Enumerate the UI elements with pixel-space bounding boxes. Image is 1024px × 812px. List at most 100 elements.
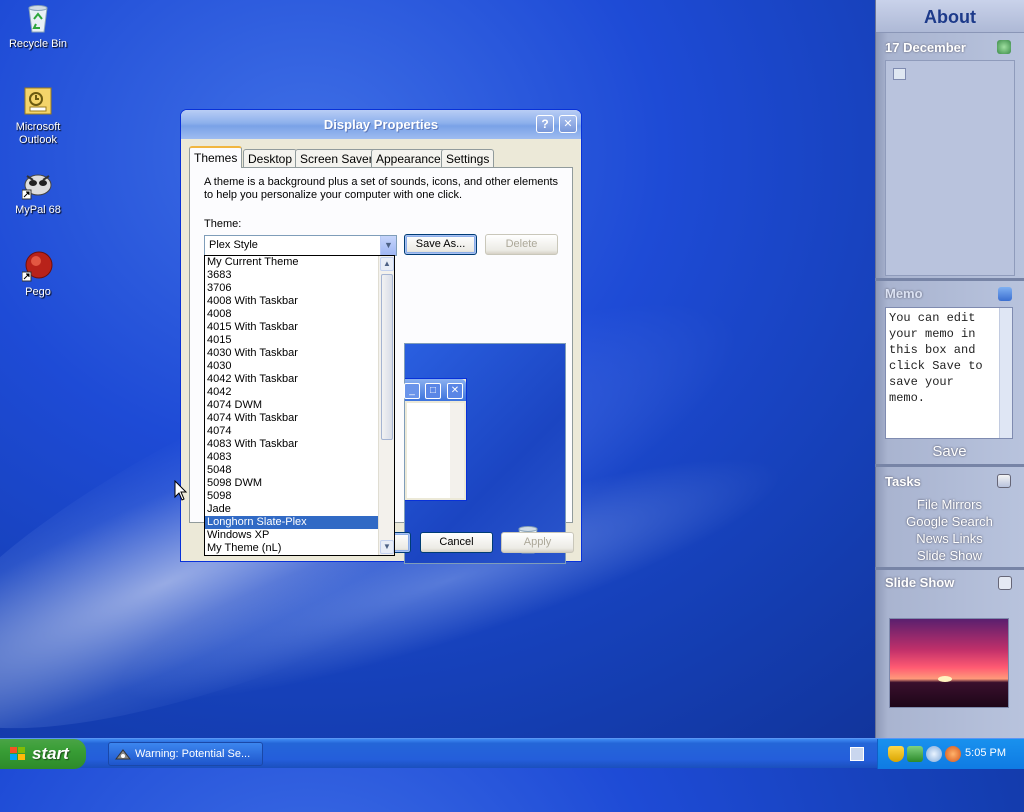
window-title: Display Properties — [323, 117, 439, 132]
tab-settings[interactable]: Settings — [441, 149, 495, 167]
dropdown-scrollbar[interactable]: ▲ ▼ — [378, 256, 394, 555]
memo-save-button[interactable]: Save — [876, 443, 1023, 460]
network-icon[interactable] — [907, 746, 923, 762]
theme-dropdown-list[interactable]: My Current Theme 3683 3706 4008 With Taskba… — [204, 255, 395, 556]
task-link-google-search[interactable]: Google Search — [876, 514, 1023, 529]
start-button[interactable]: start — [0, 739, 86, 769]
preview-window: _ □ ✕ — [404, 378, 467, 501]
cancel-button[interactable]: Cancel — [420, 532, 493, 553]
desktop-icon-mypal[interactable]: MyPal 68 — [0, 168, 76, 217]
slideshow-title: Slide Show — [885, 575, 955, 590]
calendar-gadget-icon[interactable] — [997, 40, 1011, 54]
memo-scrollbar[interactable] — [999, 308, 1012, 438]
start-label: start — [32, 744, 69, 763]
close-button[interactable]: ✕ — [559, 115, 577, 133]
theme-option[interactable]: 4015 — [205, 334, 378, 347]
theme-option[interactable]: 4074 DWM — [205, 399, 378, 412]
theme-option[interactable]: Jade — [205, 503, 378, 516]
tab-screen-saver[interactable]: Screen Saver — [295, 149, 378, 167]
task-link-news-links[interactable]: News Links — [876, 531, 1023, 546]
mouse-cursor-icon — [174, 480, 188, 501]
pego-icon — [21, 250, 54, 282]
theme-description: A theme is a background plus a set of so… — [204, 176, 559, 201]
tasks-gadget-icon[interactable] — [997, 474, 1011, 488]
scroll-down-icon[interactable]: ▼ — [380, 540, 394, 554]
theme-option[interactable]: 4030 — [205, 360, 378, 373]
theme-option[interactable]: 4042 With Taskbar — [205, 373, 378, 386]
preview-window-titlebar: _ □ ✕ — [404, 379, 466, 401]
theme-combobox[interactable]: Plex Style ▼ — [204, 235, 397, 256]
desktop-icon-outlook[interactable]: Microsoft Outlook — [0, 85, 76, 147]
desktop-icon-label: Pego — [25, 286, 51, 298]
scroll-thumb[interactable] — [381, 274, 393, 440]
task-link-file-mirrors[interactable]: File Mirrors — [876, 497, 1023, 512]
theme-option[interactable]: 4074 — [205, 425, 378, 438]
warning-app-icon — [114, 747, 132, 763]
theme-option[interactable]: 3683 — [205, 269, 378, 282]
theme-option[interactable]: 4074 With Taskbar — [205, 412, 378, 425]
calendar-panel — [885, 60, 1015, 276]
image-placeholder-icon — [893, 68, 906, 80]
task-link-slide-show[interactable]: Slide Show — [876, 548, 1023, 563]
theme-option[interactable]: 5098 DWM — [205, 477, 378, 490]
keyboard-icon[interactable] — [850, 747, 864, 761]
delete-button[interactable]: Delete — [485, 234, 558, 255]
search-icon[interactable] — [945, 746, 961, 762]
theme-option[interactable]: 3706 — [205, 282, 378, 295]
slideshow-gadget-icon[interactable] — [998, 576, 1012, 590]
desktop-icon-label: Recycle Bin — [8, 38, 68, 50]
theme-option[interactable]: 4015 With Taskbar — [205, 321, 378, 334]
preview-scrollbar — [450, 403, 464, 498]
theme-combobox-value: Plex Style — [209, 239, 258, 251]
preview-minimize-icon: _ — [404, 383, 420, 399]
theme-option[interactable]: 4042 — [205, 386, 378, 399]
memo-title: Memo — [885, 286, 923, 301]
theme-dropdown-items: My Current Theme 3683 3706 4008 With Taskba… — [205, 256, 394, 555]
tab-appearance[interactable]: Appearance — [371, 149, 446, 167]
outlook-icon — [22, 85, 54, 117]
taskbar-button-label: Warning: Potential Se... — [135, 748, 251, 760]
globe-icon[interactable] — [926, 746, 942, 762]
theme-label: Theme: — [204, 218, 242, 230]
help-button[interactable]: ? — [536, 115, 554, 133]
theme-option[interactable]: 5098 — [205, 490, 378, 503]
taskbar-button-warning[interactable]: Warning: Potential Se... — [108, 742, 263, 766]
windows-logo-icon — [10, 747, 25, 760]
system-tray: 5:05 PM — [877, 739, 1024, 769]
theme-preview: _ □ ✕ — [404, 343, 566, 564]
clock[interactable]: 5:05 PM — [965, 747, 1006, 759]
memo-gadget-icon[interactable] — [998, 287, 1012, 301]
apply-button[interactable]: Apply — [501, 532, 574, 553]
theme-option[interactable]: 4030 With Taskbar — [205, 347, 378, 360]
preview-maximize-icon: □ — [425, 383, 441, 399]
theme-option[interactable]: 4008 With Taskbar — [205, 295, 378, 308]
scroll-up-icon[interactable]: ▲ — [380, 257, 394, 271]
memo-text: You can edit your memo in this box and c… — [889, 311, 983, 405]
slideshow-image[interactable] — [889, 618, 1009, 708]
save-as-button[interactable]: Save As... — [404, 234, 477, 255]
theme-option[interactable]: My Current Theme — [205, 256, 378, 269]
preview-close-icon: ✕ — [447, 383, 463, 399]
shield-icon[interactable] — [888, 746, 904, 762]
memo-textarea[interactable]: You can edit your memo in this box and c… — [885, 307, 1013, 439]
tab-desktop[interactable]: Desktop — [243, 149, 298, 167]
mypal-icon — [21, 168, 54, 200]
desktop-icon-label: Microsoft Outlook — [15, 121, 61, 146]
theme-option[interactable]: 4083 With Taskbar — [205, 438, 378, 451]
desktop-icon-recycle-bin[interactable]: Recycle Bin — [0, 2, 76, 51]
desktop-icon-pego[interactable]: Pego — [0, 250, 76, 299]
chevron-down-icon[interactable]: ▼ — [380, 236, 396, 255]
sidebar-divider — [875, 567, 1024, 570]
sidebar-title: About — [876, 0, 1024, 33]
theme-option[interactable]: 5048 — [205, 464, 378, 477]
calendar-date: 17 December — [885, 40, 966, 55]
tab-themes[interactable]: Themes — [189, 146, 243, 168]
theme-option[interactable]: 4008 — [205, 308, 378, 321]
window-titlebar[interactable]: Display Properties ? ✕ — [181, 110, 581, 139]
theme-option[interactable]: 4083 — [205, 451, 378, 464]
theme-option[interactable]: Windows XP — [205, 529, 378, 542]
desktop-icon-label: MyPal 68 — [15, 204, 61, 216]
theme-option[interactable]: Longhorn Slate-Plex — [205, 516, 378, 529]
theme-option[interactable]: My Theme (nL) — [205, 542, 378, 555]
sidebar-divider — [875, 464, 1024, 467]
